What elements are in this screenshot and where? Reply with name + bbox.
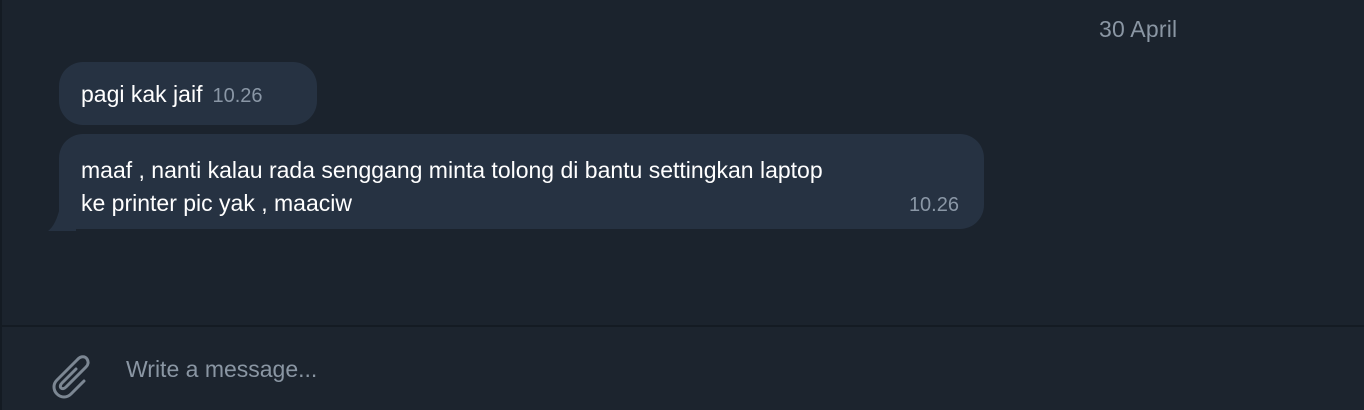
message-time: 10.26 bbox=[908, 194, 959, 216]
message-composer bbox=[0, 327, 1364, 410]
chat-messages-area: 30 April pagi kak jaif 10.26 maaf , nanti… bbox=[0, 0, 1364, 325]
message-text-line: maaf , nanti kalau rada senggang minta t… bbox=[81, 157, 823, 183]
message-text: pagi kak jaif bbox=[81, 81, 203, 107]
message-bubble[interactable]: maaf , nanti kalau rada senggang minta t… bbox=[59, 134, 984, 229]
message-bubble[interactable]: pagi kak jaif 10.26 bbox=[59, 62, 317, 125]
message-input[interactable] bbox=[126, 349, 1326, 389]
message-text-line: ke printer pic yak , maaciw bbox=[81, 190, 352, 216]
date-separator: 30 April bbox=[1099, 16, 1178, 42]
paperclip-icon[interactable] bbox=[42, 350, 90, 402]
message-time: 10.26 bbox=[212, 85, 263, 107]
